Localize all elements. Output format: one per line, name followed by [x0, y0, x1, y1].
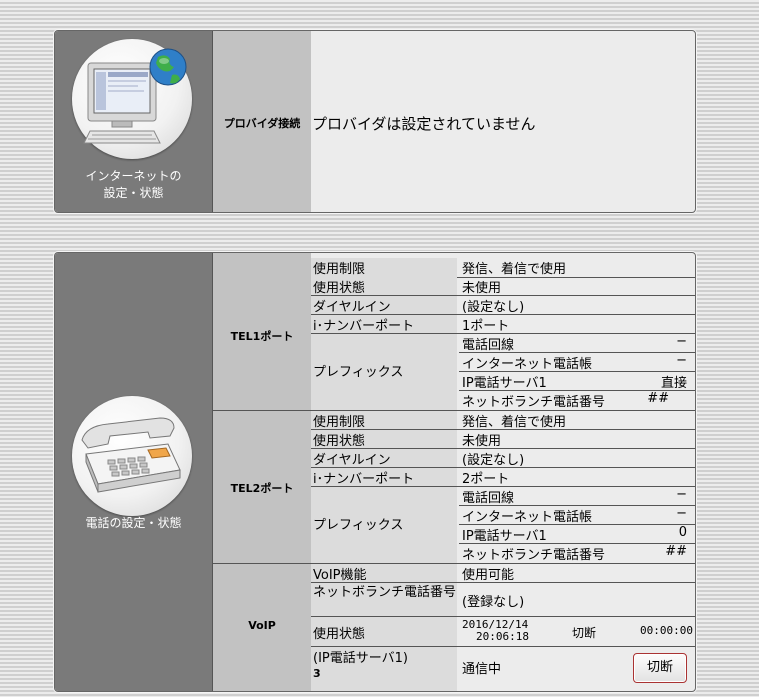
row-value: (登録なし): [462, 595, 525, 610]
provider-status-text: プロバイダは設定されていません: [312, 115, 536, 133]
prefix-key: ネットボランチ電話番号: [462, 548, 606, 563]
row-value: (設定なし): [462, 300, 525, 315]
tel1-prefix-ip-server: IP電話サーバ1 直接: [459, 372, 695, 391]
tel2-inumber-row: i･ナンバーポート 2ポート: [311, 468, 695, 487]
phone-icon-column: 電話の設定・状態: [55, 253, 212, 691]
voip-server-row: (IP電話サーバ1) 3 通信中 切断: [311, 647, 695, 691]
row-key: 使用制限: [311, 258, 457, 277]
internet-caption-line2: 設定・状態: [103, 186, 164, 200]
prefix-value: −: [676, 334, 687, 349]
tel2-port-label: TEL2ポート: [230, 482, 294, 495]
internet-panel: インターネットの 設定・状態 プロバイダ接続 プロバイダは設定されていません: [54, 30, 696, 213]
row-value: 2016/12/14 20:06:18 切断 00:00:00: [459, 617, 695, 646]
tel2-usage-limit-row: 使用制限 発信、着信で使用: [311, 411, 695, 430]
row-value: 1ポート: [462, 319, 510, 334]
voip-state-row: 使用状態 2016/12/14 20:06:18 切断 00:00:00: [311, 617, 695, 647]
row-key: プレフィックス: [311, 334, 457, 410]
phone-caption: 電話の設定・状態: [85, 516, 182, 530]
prefix-key: IP電話サーバ1: [462, 529, 547, 544]
row-key: VoIP機能: [311, 564, 457, 582]
tel2-prefix-internet-phonebook: インターネット電話帳 −: [459, 506, 695, 525]
internet-caption-line1: インターネットの: [85, 169, 182, 183]
disconnect-button[interactable]: 切断: [633, 653, 687, 683]
phone-panel: 電話の設定・状態 TEL1ポート 使用制限 発信、着信で使用 使用状態 未使用 …: [54, 252, 696, 692]
prefix-key: インターネット電話帳: [462, 357, 593, 372]
telephone-icon: [72, 396, 192, 516]
internet-icon-column: インターネットの 設定・状態: [55, 31, 212, 212]
tel2-prefix-ip-server: IP電話サーバ1 0: [459, 525, 695, 544]
tel1-prefix-internet-phonebook: インターネット電話帳 −: [459, 353, 695, 372]
row-key: 使用状態: [311, 430, 457, 448]
prefix-value: 直接: [660, 376, 687, 391]
prefix-key: IP電話サーバ1: [462, 376, 547, 391]
voip-netvolante-row: ネットボランチ電話番号 (登録なし): [311, 583, 695, 617]
row-value: (設定なし): [462, 453, 525, 468]
row-key: i･ナンバーポート: [311, 315, 457, 333]
prefix-value: 0: [678, 525, 687, 540]
row-key: ネットボランチ電話番号: [311, 583, 457, 616]
prefix-value: −: [676, 506, 687, 521]
voip-label: VoIP: [248, 619, 276, 632]
voip-function-row: VoIP機能 使用可能: [311, 564, 695, 583]
tel1-usage-state-row: 使用状態 未使用: [311, 277, 695, 296]
prefix-key: 電話回線: [462, 491, 515, 506]
internet-computer-icon: [72, 39, 192, 159]
prefix-key: 電話回線: [462, 338, 515, 353]
tel2-prefix-row: プレフィックス 電話回線 − インターネット電話帳 − IP電話サーバ1 0 ネ…: [311, 487, 695, 563]
prefix-value: −: [676, 353, 687, 368]
prefix-value: ##: [647, 391, 669, 406]
row-value: 未使用: [462, 434, 502, 449]
voip-server-key-line2: 3: [313, 667, 321, 680]
prefix-key: ネットボランチ電話番号: [462, 395, 606, 410]
tel2-dial-in-row: ダイヤルイン (設定なし): [311, 449, 695, 468]
voip-server-key-line1: (IP電話サーバ1): [313, 651, 408, 666]
row-value: 使用可能: [462, 568, 515, 583]
tel1-inumber-row: i･ナンバーポート 1ポート: [311, 315, 695, 334]
row-key: 使用制限: [311, 411, 457, 429]
tel2-prefix-phone-line: 電話回線 −: [459, 487, 695, 506]
row-key: i･ナンバーポート: [311, 468, 457, 486]
tel2-usage-state-row: 使用状態 未使用: [311, 430, 695, 449]
row-value: 発信、着信で使用: [462, 262, 567, 277]
row-value: 2ポート: [462, 472, 510, 487]
prefix-value: ##: [665, 544, 687, 559]
row-value: 発信、着信で使用: [462, 415, 567, 430]
row-key: プレフィックス: [311, 487, 457, 563]
row-key: 使用状態: [311, 617, 457, 646]
row-key: ダイヤルイン: [311, 296, 457, 314]
tel1-prefix-row: プレフィックス 電話回線 − インターネット電話帳 − IP電話サーバ1 直接 …: [311, 334, 695, 410]
row-value: 未使用: [462, 281, 502, 296]
tel1-dial-in-row: ダイヤルイン (設定なし): [311, 296, 695, 315]
voip-state-status: 切断: [572, 626, 597, 640]
tel1-usage-limit-row: 使用制限 発信、着信で使用: [311, 258, 695, 278]
prefix-value: −: [676, 487, 687, 502]
row-key: (IP電話サーバ1) 3: [311, 647, 457, 691]
row-key: 使用状態: [311, 277, 457, 295]
tel1-prefix-netvolante: ネットボランチ電話番号 ##: [459, 391, 695, 410]
row-key: ダイヤルイン: [311, 449, 457, 467]
voip-state-duration: 00:00:00: [640, 624, 693, 637]
provider-connection-label: プロバイダ接続: [223, 117, 301, 130]
prefix-key: インターネット電話帳: [462, 510, 593, 525]
voip-state-time: 20:06:18: [476, 630, 529, 643]
tel1-port-label: TEL1ポート: [230, 330, 294, 343]
tel2-prefix-netvolante: ネットボランチ電話番号 ##: [459, 544, 695, 563]
tel1-prefix-phone-line: 電話回線 −: [459, 334, 695, 353]
